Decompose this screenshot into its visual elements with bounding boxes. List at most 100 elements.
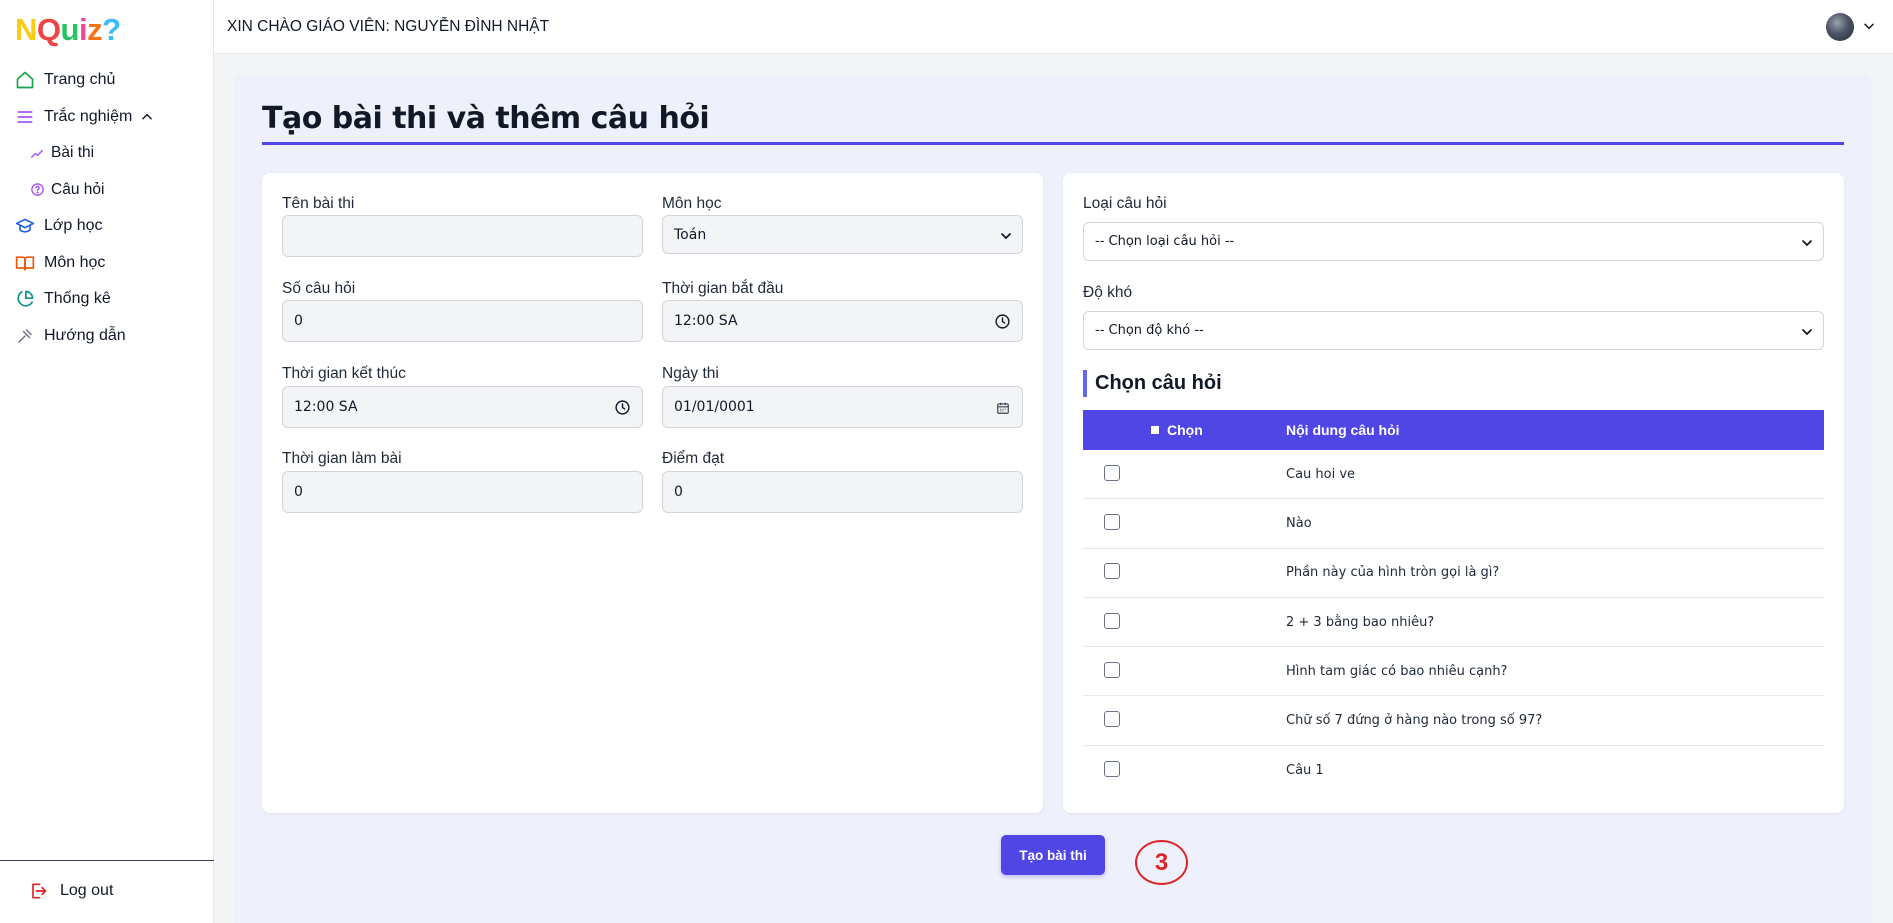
table-header: Chọn Nội dung câu hỏi [1083,410,1824,450]
choose-questions-heading: Chọn câu hỏi [1083,370,1222,397]
question-checkbox[interactable] [1104,760,1120,777]
chart-line-icon [29,145,45,161]
chevron-down-icon[interactable] [1862,19,1876,33]
sidebar-item-lop-hoc[interactable]: Lớp học [0,208,214,245]
sidebar-item-label: Thống kê [44,290,111,308]
label-thoi-gian-ket-thuc: Thời gian kết thúc [282,365,406,382]
tool-icon [15,326,35,346]
table-row: 2 + 3 bằng bao nhiêu? [1083,598,1824,648]
sidebar-item-label: Môn học [44,253,106,271]
chevron-down-icon [1801,326,1813,338]
chevron-up-icon [140,110,154,124]
sidebar-item-label: Trắc nghiệm [44,107,133,125]
header-content-label: Nội dung câu hỏi [1286,422,1400,438]
question-text: 2 + 3 bằng bao nhiêu? [1286,614,1435,630]
do-kho-select[interactable]: -- Chọn độ khó -- [1083,311,1824,350]
question-circle-icon [29,182,45,198]
thoi-gian-bat-dau-value: 12:00 SA [674,313,738,329]
sidebar-footer: Log out [0,860,214,923]
mon-hoc-select[interactable]: Toán [662,215,1023,254]
ngay-thi-input[interactable]: 01/01/0001 [662,386,1023,428]
clock-icon[interactable] [613,398,632,417]
chevron-down-icon [1000,230,1012,242]
loai-cau-hoi-select[interactable]: -- Chọn loại câu hỏi -- [1083,222,1824,261]
nquiz-logo[interactable]: NQuiz? [15,12,121,48]
create-exam-button[interactable]: Tạo bài thi [1001,835,1105,875]
graduation-cap-icon [15,216,35,236]
sidebar-item-cau-hoi[interactable]: Câu hỏi [0,172,214,209]
sidebar-item-label: Lớp học [44,217,103,235]
logout-label: Log out [60,882,114,899]
table-row: Cau hoi ve [1083,450,1824,500]
sidebar-item-trac-nghiem[interactable]: Trắc nghiệm [0,99,214,136]
question-checkbox[interactable] [1104,612,1120,629]
question-text: Cau hoi ve [1286,466,1356,482]
table-row: Nào [1083,499,1824,549]
sidebar-nav: Trang chủ Trắc nghiệm Bài thi Câu hỏi Lớ… [0,62,214,354]
label-do-kho: Độ khó [1083,284,1133,301]
question-text: Hình tam giác có bao nhiêu cạnh? [1286,663,1508,679]
sidebar-item-thong-ke[interactable]: Thống kê [0,281,214,318]
label-diem-dat: Điểm đạt [662,450,725,467]
sidebar-item-label: Trang chủ [44,71,116,89]
calendar-icon[interactable] [993,398,1012,417]
book-icon [15,253,35,273]
label-mon-hoc: Môn học [662,195,722,212]
top-header: XIN CHÀO GIÁO VIÊN: NGUYỄN ĐÌNH NHẬT [214,0,1893,54]
logout-icon [28,881,48,901]
sidebar-item-trang-chu[interactable]: Trang chủ [0,62,214,99]
clock-icon[interactable] [993,312,1012,331]
sidebar-item-label: Bài thi [51,144,95,162]
step-badge: 3 [1135,840,1188,885]
logout-button[interactable]: Log out [28,881,113,901]
question-text: Câu 1 [1286,762,1324,778]
do-kho-value: -- Chọn độ khó -- [1095,323,1204,338]
sidebar: NQuiz? Trang chủ Trắc nghiệm Bài thi Câu… [0,0,214,923]
label-so-cau-hoi: Số câu hỏi [282,280,356,297]
question-text: Chữ số 7 đứng ở hàng nào trong số 97? [1286,713,1543,729]
question-text: Nào [1286,515,1312,531]
select-all-icon[interactable] [1151,426,1159,434]
table-row: Phần này của hình tròn gọi là gì? [1083,549,1824,598]
header-select-col: Chọn [1083,422,1286,438]
question-checkbox[interactable] [1104,513,1120,530]
header-select-label: Chọn [1167,422,1203,438]
page-title: Tạo bài thi và thêm câu hỏi [262,101,710,136]
greeting-text: XIN CHÀO GIÁO VIÊN: NGUYỄN ĐÌNH NHẬT [227,18,550,35]
menu-icon [15,107,35,127]
thoi-gian-ket-thuc-value: 12:00 SA [294,399,358,415]
sidebar-item-mon-hoc[interactable]: Môn học [0,245,214,282]
mon-hoc-value: Toán [674,226,707,243]
label-thoi-gian-bat-dau: Thời gian bắt đầu [662,280,784,297]
thoi-gian-lam-bai-input[interactable]: 0 [282,471,643,513]
table-row: Hình tam giác có bao nhiêu cạnh? [1083,647,1824,697]
question-checkbox[interactable] [1104,661,1120,678]
label-thoi-gian-lam-bai: Thời gian làm bài [282,450,402,467]
sidebar-item-bai-thi[interactable]: Bài thi [0,135,214,172]
table-row: Chữ số 7 đứng ở hàng nào trong số 97? [1083,696,1824,746]
ten-bai-thi-input[interactable] [282,215,643,257]
chevron-down-icon [1801,237,1813,249]
title-underline [262,142,1844,145]
so-cau-hoi-input[interactable]: 0 [282,300,643,342]
avatar[interactable] [1826,13,1854,41]
label-ten-bai-thi: Tên bài thi [282,195,355,212]
label-loai-cau-hoi: Loại câu hỏi [1083,195,1167,212]
label-ngay-thi: Ngày thi [662,365,719,382]
sidebar-item-label: Hướng dẫn [44,326,126,344]
ngay-thi-value: 01/01/0001 [674,399,755,415]
question-text: Phần này của hình tròn gọi là gì? [1286,565,1500,581]
diem-dat-input[interactable]: 0 [662,471,1023,513]
sidebar-item-label: Câu hỏi [51,180,105,198]
sidebar-item-huong-dan[interactable]: Hướng dẫn [0,318,214,355]
thoi-gian-bat-dau-input[interactable]: 12:00 SA [662,300,1023,342]
home-icon [15,70,35,90]
question-checkbox[interactable] [1104,711,1120,728]
thoi-gian-ket-thuc-input[interactable]: 12:00 SA [282,386,643,428]
question-checkbox[interactable] [1104,563,1120,580]
loai-cau-hoi-value: -- Chọn loại câu hỏi -- [1095,234,1235,249]
pie-chart-icon [15,289,35,309]
questions-table: Chọn Nội dung câu hỏi Cau hoi ve Nào Phầ… [1083,410,1824,795]
table-row: Câu 1 [1083,746,1824,795]
question-checkbox[interactable] [1104,464,1120,481]
